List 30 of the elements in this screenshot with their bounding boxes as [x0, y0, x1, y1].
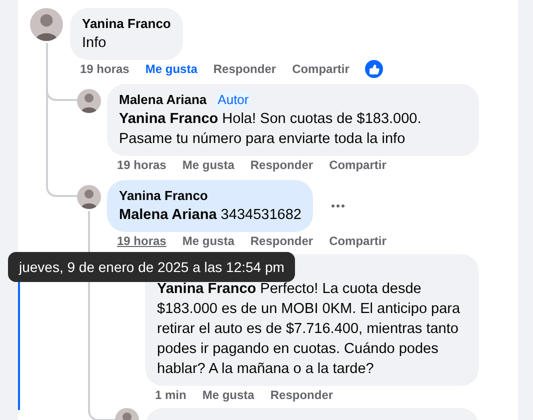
comment-time[interactable]: 19 horas	[80, 61, 130, 77]
comment-time[interactable]: 19 horas	[117, 233, 166, 249]
share-link[interactable]: Compartir	[292, 61, 350, 77]
comment-text: Yanina Franco Perfecto! La cuota desde $183.000 es de un MOBI 0KM. El anticipo para retirar el auto es de $7.716.400, mientras tanto podes ir pagando en cuotas. Cuándo podes hablar? A la mañana o a la tarde?	[157, 280, 462, 379]
comment-text: Info	[82, 34, 108, 53]
comment-author[interactable]: Yanina Franco	[119, 188, 208, 204]
like-link[interactable]: Me gusta	[182, 157, 234, 173]
like-reaction-icon[interactable]	[365, 60, 384, 78]
avatar[interactable]	[77, 185, 101, 209]
more-icon[interactable]	[331, 204, 346, 208]
avatar[interactable]	[77, 89, 101, 113]
reply-link[interactable]: Responder	[250, 157, 314, 173]
share-link[interactable]: Compartir	[329, 157, 386, 173]
date-tooltip: jueves, 9 de enero de 2025 a las 12:54 pm	[8, 252, 296, 282]
thread-connector	[46, 173, 77, 197]
avatar[interactable]	[30, 8, 63, 41]
author-badge: Autor	[214, 91, 252, 109]
comment-author[interactable]: Yanina Franco	[82, 16, 171, 32]
comment-time[interactable]: 19 horas	[117, 157, 166, 173]
reply-link[interactable]: Responder	[250, 233, 314, 249]
reply-link[interactable]: Responder	[213, 61, 276, 77]
comment-text: Yanina Franco Hola! Son cuotas de $183.000. Pasame tu número para enviarte toda la info	[119, 110, 422, 149]
like-link[interactable]: Me gusta	[202, 387, 254, 403]
share-link[interactable]: Compartir	[329, 233, 386, 249]
comment-text: Malena Ariana 3434531682	[119, 206, 302, 225]
comment-time[interactable]: 1 min	[155, 387, 186, 403]
comment-author[interactable]: Malena Ariana	[119, 92, 207, 108]
like-link[interactable]: Me gusta	[182, 233, 234, 249]
like-link[interactable]: Me gusta	[145, 61, 198, 77]
reply-link[interactable]: Responder	[270, 387, 334, 403]
